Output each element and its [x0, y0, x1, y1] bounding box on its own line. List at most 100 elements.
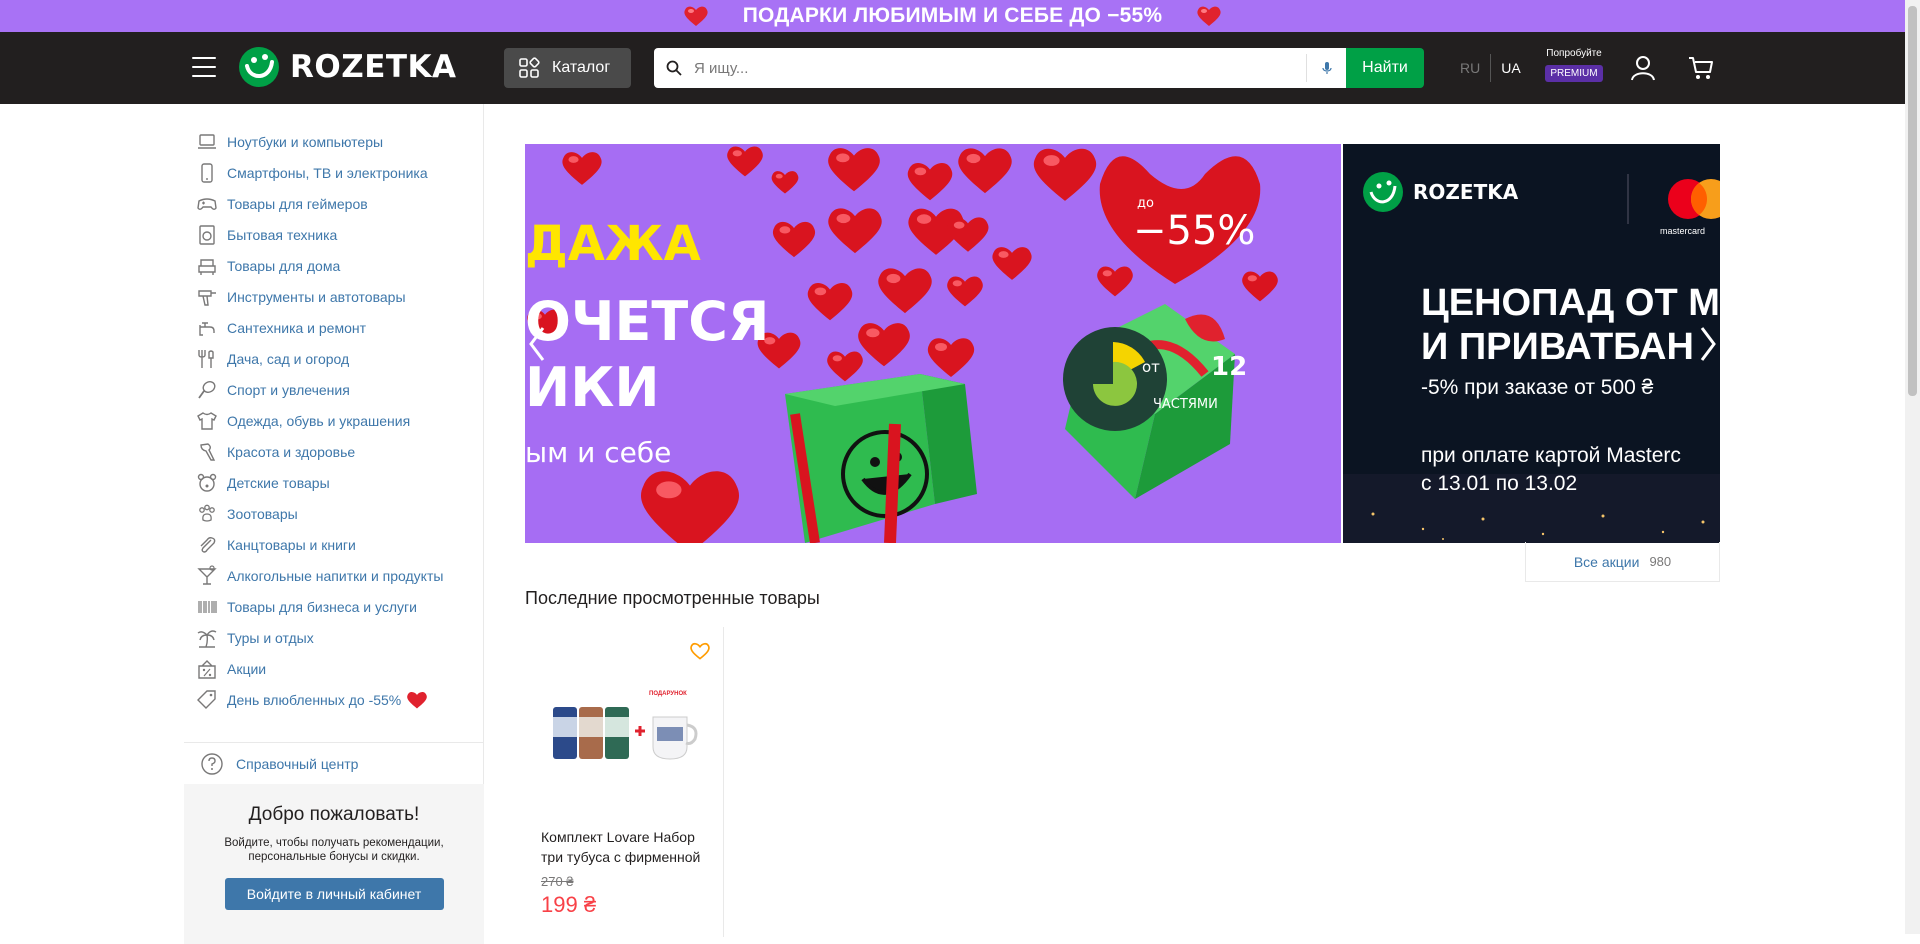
lang-ru[interactable]: RU [1450, 60, 1490, 76]
premium-promo[interactable]: Попробуйте PREMIUM [1540, 48, 1608, 82]
sidebar-item-label: Сантехника и ремонт [227, 319, 367, 336]
sidebar-item-business[interactable]: Товары для бизнеса и услуги [184, 591, 483, 622]
sidebar-item-kids[interactable]: Детские товары [184, 467, 483, 498]
sidebar-item-label: Акции [227, 660, 267, 677]
promo-bar[interactable]: ПОДАРКИ ЛЮБИМЫМ И СЕБЕ ДО −55% [0, 0, 1905, 32]
welcome-block: Добро пожаловать! Войдите, чтобы получат… [184, 784, 484, 944]
page-scrollbar[interactable] [1905, 0, 1920, 934]
welcome-text: Войдите, чтобы получать рекомендации, пе… [224, 837, 444, 863]
slide2-title-1: ЦЕНОПАД ОТ М [1421, 282, 1720, 324]
login-button[interactable]: Войдите в личный кабинет [224, 878, 444, 910]
sidebar-item-label: Инструменты и автотовары [227, 288, 406, 305]
sidebar-item-label: Канцтовары и книги [227, 536, 356, 553]
promo-text: ПОДАРКИ ЛЮБИМЫМ И СЕБЕ ДО −55% [742, 4, 1163, 27]
installment-number: 12 [1211, 352, 1248, 382]
laptop-icon [198, 133, 216, 149]
sport-icon [198, 380, 216, 399]
sidebar-item-label: Ноутбуки и компьютеры [227, 133, 384, 150]
catalog-button[interactable]: Каталог [504, 48, 631, 88]
main-content: ДАЖА ОЧЕТСЯ ИКИ ым и себе до −55% от 12 … [525, 144, 1720, 937]
sidebar-item-label: Детские товары [227, 474, 330, 491]
user-icon[interactable] [1630, 55, 1656, 81]
cart-icon[interactable] [1688, 55, 1714, 81]
heart-outline-icon[interactable] [689, 641, 711, 661]
sidebar-item-home[interactable]: Товары для дома [184, 250, 483, 281]
sidebar-item-tours[interactable]: Туры и отдых [184, 622, 483, 653]
sidebar-item-smartphones[interactable]: Смартфоны, ТВ и электроника [184, 157, 483, 188]
slide2-logo: ROZETKA [1413, 180, 1519, 204]
logo[interactable]: ROZETKA [238, 44, 457, 90]
sidebar: Ноутбуки и компьютеры Смартфоны, ТВ и эл… [184, 104, 484, 944]
heart-icon [684, 6, 708, 26]
sidebar-item-label: Одежда, обувь и украшения [227, 412, 411, 429]
sidebar-item-laptops[interactable]: Ноутбуки и компьютеры [184, 126, 483, 157]
slide2-note-1: при оплате картой Masterc [1421, 444, 1681, 467]
all-promotions-link[interactable]: Все акции 980 [1525, 542, 1720, 582]
sidebar-item-alcohol[interactable]: Алкогольные напитки и продукты [184, 560, 483, 591]
language-switch: RU UA [1450, 54, 1531, 82]
slide2-subtitle: -5% при заказе от 500 ₴ [1421, 376, 1654, 399]
sidebar-item-label: День влюбленных до -55% [227, 691, 402, 708]
product-card[interactable]: ПОДАРУНОК Комплект Lovare Набор три тубу… [525, 627, 724, 937]
slide2-title-2: И ПРИВАТБАН [1421, 326, 1694, 368]
banner-line-3: ИКИ [525, 356, 660, 419]
question-icon [201, 752, 223, 775]
sidebar-item-label: Смартфоны, ТВ и электроника [227, 164, 428, 181]
voice-search-icon[interactable] [1306, 54, 1346, 82]
slide2-partner: mastercard [1660, 226, 1706, 236]
drill-icon [198, 289, 216, 306]
sidebar-item-label: Дача, сад и огород [227, 350, 350, 367]
product-image[interactable] [539, 687, 709, 773]
banner-slide-valentines[interactable]: ДАЖА ОЧЕТСЯ ИКИ ым и себе до −55% от 12 … [525, 144, 1341, 543]
armchair-icon [198, 258, 216, 275]
banner-line-2: ОЧЕТСЯ [525, 290, 770, 353]
sidebar-item-tools[interactable]: Инструменты и автотовары [184, 281, 483, 312]
banner-slider[interactable]: ДАЖА ОЧЕТСЯ ИКИ ым и себе до −55% от 12 … [525, 144, 1720, 543]
sidebar-item-label: Бытовая техника [227, 226, 338, 243]
search-form: Найти [654, 48, 1424, 88]
gamepad-icon [197, 197, 217, 210]
sidebar-item-label: Товары для бизнеса и услуги [227, 598, 417, 615]
sidebar-item-sport[interactable]: Спорт и увлечения [184, 374, 483, 405]
logo-text: ROZETKA [290, 49, 457, 85]
sidebar-item-pets[interactable]: Зоотовары [184, 498, 483, 529]
search-input[interactable] [694, 59, 1254, 77]
slide2-note-2: с 13.01 по 13.02 [1421, 472, 1578, 495]
sidebar-item-promotions[interactable]: Акции [184, 653, 483, 684]
sidebar-item-gamers[interactable]: Товары для геймеров [184, 188, 483, 219]
sidebar-item-label: Спорт и увлечения [227, 381, 350, 398]
cocktail-icon [197, 564, 217, 585]
sidebar-item-plumbing[interactable]: Сантехника и ремонт [184, 312, 483, 343]
paperclip-icon [200, 536, 216, 553]
banner-line-4: ым и себе [525, 436, 672, 469]
sidebar-item-label: Товары для геймеров [227, 195, 368, 212]
recently-viewed-title: Последние просмотренные товары [525, 588, 820, 608]
sidebar-item-clothes[interactable]: Одежда, обувь и украшения [184, 405, 483, 436]
menu-burger-icon[interactable] [192, 57, 216, 77]
slider-next-icon[interactable] [1696, 324, 1720, 364]
scrollbar-thumb[interactable] [1908, 6, 1917, 396]
palm-tree-icon [197, 629, 217, 648]
search-icon [666, 60, 682, 76]
product-title[interactable]: Комплект Lovare Набор три тубуса с фирме… [541, 827, 711, 867]
slider-prev-icon[interactable] [525, 324, 549, 364]
sidebar-item-beauty[interactable]: Красота и здоровье [184, 436, 483, 467]
banner-slide-mastercard[interactable]: ROZETKA mastercard ЦЕНОПАД ОТ М И ПРИВАТ… [1343, 144, 1720, 543]
beauty-icon [200, 442, 216, 461]
heart-icon [407, 691, 428, 708]
sidebar-item-stationery[interactable]: Канцтовары и книги [184, 529, 483, 560]
search-button[interactable]: Найти [1346, 48, 1424, 88]
help-center-link[interactable]: Справочный центр [184, 742, 484, 784]
sidebar-item-label: Туры и отдых [227, 629, 314, 646]
lang-ua[interactable]: UA [1491, 60, 1530, 76]
teddy-bear-icon [197, 473, 217, 492]
search-box [654, 48, 1346, 88]
all-promotions-label: Все акции [1573, 553, 1640, 570]
installment-label: ЧАСТЯМИ [1153, 397, 1218, 412]
sidebar-item-label: Товары для дома [227, 257, 341, 274]
sidebar-item-valentines[interactable]: День влюбленных до -55% [184, 684, 483, 715]
banner-discount: −55% [1133, 208, 1256, 254]
heart-icon [1197, 6, 1221, 26]
sidebar-item-garden[interactable]: Дача, сад и огород [184, 343, 483, 374]
sidebar-item-appliances[interactable]: Бытовая техника [184, 219, 483, 250]
